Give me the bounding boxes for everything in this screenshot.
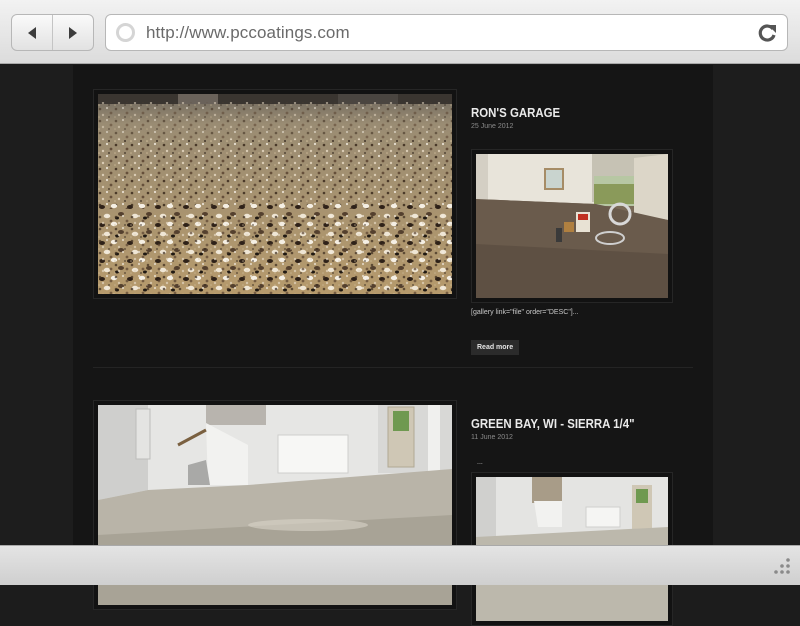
forward-button[interactable] — [52, 15, 93, 50]
content-column: RON'S GARAGE 25 June 2012 [gallery link=… — [73, 65, 713, 626]
reload-button[interactable] — [756, 22, 778, 48]
post-date: 11 June 2012 — [471, 434, 513, 441]
post-excerpt: ... — [477, 459, 483, 466]
blog-post: GREEN BAY, WI - SIERRA 1/4" 11 June 2012… — [73, 365, 713, 626]
forward-arrow-icon — [69, 26, 77, 39]
resize-grip-icon[interactable] — [772, 557, 792, 577]
back-button[interactable] — [12, 15, 52, 50]
gallery-thumbnail-garage[interactable] — [476, 154, 668, 298]
browser-bottom-bar — [0, 545, 800, 585]
reload-icon — [758, 24, 776, 42]
blog-post: RON'S GARAGE 25 June 2012 [gallery link=… — [73, 65, 713, 365]
browser-toolbar: http://www.pccoatings.com — [0, 0, 800, 64]
url-text: http://www.pccoatings.com — [146, 23, 350, 42]
web-page: RON'S GARAGE 25 June 2012 [gallery link=… — [0, 65, 800, 626]
post-title[interactable]: RON'S GARAGE — [471, 105, 560, 120]
address-bar[interactable]: http://www.pccoatings.com — [105, 14, 788, 51]
nav-button-group — [11, 14, 94, 51]
back-arrow-icon — [28, 26, 36, 39]
featured-image-frame[interactable] — [93, 89, 457, 299]
featured-image-speckled-floor[interactable] — [98, 94, 452, 294]
post-date: 25 June 2012 — [471, 123, 514, 130]
page-status-icon — [116, 23, 135, 42]
read-more-button[interactable]: Read more — [471, 340, 520, 355]
post-excerpt: [gallery link="file" order="DESC"]... — [471, 309, 579, 316]
gallery-thumbnail-frame[interactable] — [471, 149, 673, 303]
post-title[interactable]: GREEN BAY, WI - SIERRA 1/4" — [471, 416, 635, 431]
